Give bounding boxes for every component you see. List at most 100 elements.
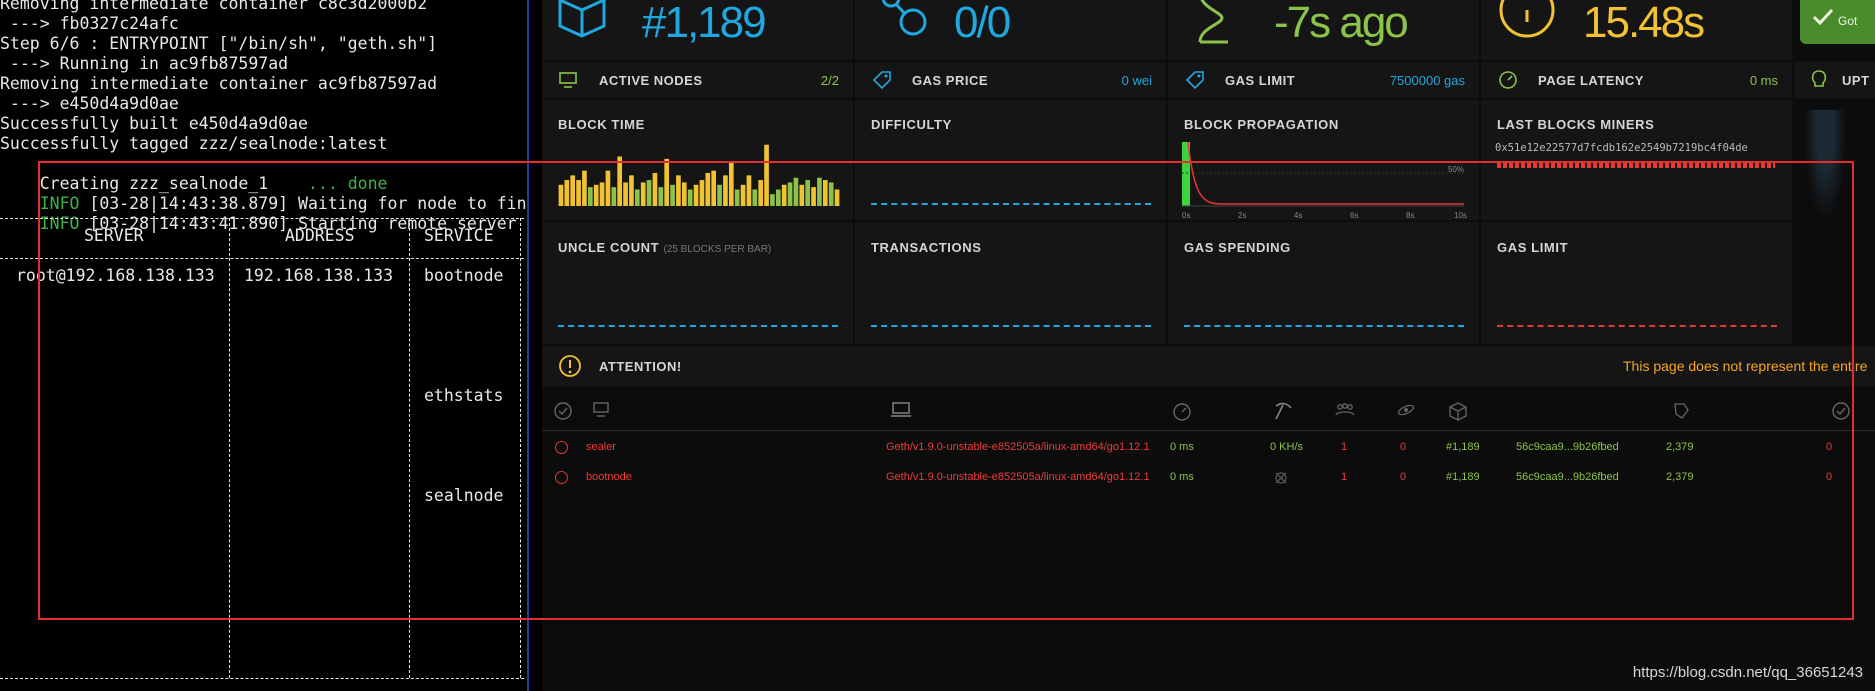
- block-time-bar: [799, 184, 805, 206]
- latency-icon[interactable]: [1171, 400, 1193, 422]
- block-propagation-title: BLOCK PROPAGATION: [1184, 117, 1339, 132]
- uncle-count-panel: UNCLE COUNT (25 BLOCKS PER BAR): [542, 222, 853, 344]
- node-latency: 0 ms: [1170, 441, 1194, 453]
- block-time-bar: [629, 175, 634, 206]
- block-time-bar: [834, 189, 840, 206]
- block-time-bar: [758, 180, 764, 206]
- block-time-bar: [752, 189, 758, 206]
- block-time-bar: [646, 180, 652, 206]
- node-name-icon[interactable]: [592, 400, 612, 420]
- block-time-bar: [764, 144, 769, 206]
- best-block-panel: #1,189: [542, 0, 853, 60]
- block-time-bar: [558, 184, 564, 206]
- block-time-panel: BLOCK TIME: [542, 100, 853, 220]
- gas-limit-panel: GAS LIMIT 7500000 gas: [1168, 62, 1479, 98]
- gas-limit-label: GAS LIMIT: [1225, 73, 1296, 88]
- node-propagation: 0: [1826, 471, 1833, 483]
- table-rule: [0, 258, 524, 259]
- pending-tx-icon[interactable]: [1395, 400, 1417, 420]
- lightbulb-icon: [1811, 70, 1827, 87]
- propagation-tick: 8s: [1406, 211, 1414, 220]
- terminal-line-info: INFO [03-28|14:43:41.890] Starting remot…: [0, 194, 527, 254]
- node-difficulty: 2,379: [1666, 471, 1694, 483]
- node-pending: 0: [1400, 441, 1407, 453]
- node-type-icon[interactable]: [890, 400, 912, 420]
- terminal-line: ---> e450d4a9d0ae: [0, 94, 179, 113]
- table-column-divider: [520, 218, 521, 678]
- block-propagation-panel: BLOCK PROPAGATION 50% 0s 2s 4s 6s 8s 10s: [1168, 100, 1479, 220]
- propagation-tick: 2s: [1238, 211, 1246, 220]
- not-mining-icon: [1275, 472, 1287, 484]
- table-cell-service: sealnode: [424, 486, 504, 505]
- node-difficulty: 2,379: [1666, 441, 1694, 453]
- block-time-bar: [693, 184, 699, 206]
- pickaxe-icon[interactable]: [1272, 400, 1294, 422]
- node-client: Geth/v1.9.0-unstable-e852505a/linux-amd6…: [886, 471, 1150, 483]
- hourglass-icon: [1198, 0, 1228, 44]
- terminal-line: ---> Running in ac9fb87597ad: [0, 54, 289, 73]
- peers-icon[interactable]: [1334, 400, 1356, 420]
- timer-icon: [1499, 0, 1555, 38]
- block-time-bar: [664, 158, 670, 206]
- table-header-address: ADDRESS: [285, 226, 355, 245]
- block-icon[interactable]: [1447, 400, 1469, 422]
- propagation-check-icon[interactable]: [1830, 400, 1852, 422]
- uncle-count-baseline: [558, 325, 838, 327]
- propagation-pct: 50%: [1448, 165, 1464, 174]
- node-client: Geth/v1.9.0-unstable-e852505a/linux-amd6…: [886, 441, 1150, 453]
- node-name: sealer: [586, 441, 616, 453]
- tag-icon: [1185, 71, 1204, 90]
- block-time-bar: [617, 156, 623, 206]
- node-peers: 1: [1341, 471, 1348, 483]
- gas-spending-baseline: [1184, 325, 1464, 327]
- block-time-bar: [717, 184, 722, 206]
- block-time-bar: [770, 194, 775, 206]
- block-time-bar: [781, 184, 787, 206]
- table-column-divider: [409, 218, 410, 678]
- node-status-dot: [555, 441, 568, 454]
- difficulty-icon[interactable]: [1670, 400, 1692, 422]
- block-time-bar: [817, 177, 822, 206]
- terminal-line: ---> fb0327c24afc: [0, 14, 179, 33]
- node-block: #1,189: [1446, 471, 1480, 483]
- node-row-sealer[interactable]: sealer Geth/v1.9.0-unstable-e852505a/lin…: [542, 434, 1875, 462]
- miner-address: 0x51e12e22577d7fcdb162e2549b7219bc4f04de: [1495, 142, 1748, 154]
- ok-button-label: Got: [1838, 14, 1858, 28]
- terminal-window[interactable]: Removing intermediate container c8c3d200…: [0, 0, 527, 691]
- table-cell-service: bootnode: [424, 266, 504, 285]
- uncles-panel: 0/0: [855, 0, 1166, 60]
- status-check-icon[interactable]: [552, 400, 574, 422]
- ok-button[interactable]: Got: [1800, 0, 1875, 44]
- difficulty-panel: DIFFICULTY: [855, 100, 1166, 220]
- propagation-tick: 10s: [1454, 211, 1467, 220]
- node-row-bootnode[interactable]: bootnode Geth/v1.9.0-unstable-e852505a/l…: [542, 464, 1875, 492]
- terminal-line: Removing intermediate container c8c3d200…: [0, 0, 428, 13]
- cube-icon: [558, 0, 606, 38]
- uncles-icon: [881, 0, 927, 36]
- block-time-bar: [676, 175, 681, 206]
- propagation-tick: 6s: [1350, 211, 1358, 220]
- block-time-bar: [705, 173, 711, 206]
- block-time-bar: [746, 175, 752, 206]
- propagation-tick: 4s: [1294, 211, 1302, 220]
- terminal-line: Successfully tagged zzz/sealnode:latest: [0, 134, 388, 153]
- transactions-title: TRANSACTIONS: [871, 240, 982, 255]
- terminal-line: Successfully built e450d4a9d0ae: [0, 114, 308, 133]
- block-time-bar: [611, 187, 617, 206]
- table-cell-service: ethstats: [424, 386, 504, 405]
- uncles-value: 0/0: [954, 0, 1011, 47]
- block-time-title: BLOCK TIME: [558, 117, 645, 132]
- block-time-bar: [599, 182, 605, 206]
- table-header-service: SERVICE: [424, 226, 494, 245]
- block-time-bar: [576, 180, 581, 206]
- table-header-server: SERVER: [84, 226, 144, 245]
- uncle-count-title: UNCLE COUNT (25 BLOCKS PER BAR): [558, 240, 772, 255]
- node-pending: 0: [1400, 471, 1407, 483]
- block-time-bar: [582, 170, 587, 206]
- node-block-hash: 56c9caa9...9b26fbed: [1516, 441, 1619, 453]
- block-time-bar: [687, 189, 693, 206]
- monitor-icon: [559, 72, 577, 88]
- last-block-value: -7s ago: [1274, 0, 1409, 47]
- node-status-dot: [555, 471, 568, 484]
- gas-limit-value: 7500000 gas: [1389, 73, 1465, 88]
